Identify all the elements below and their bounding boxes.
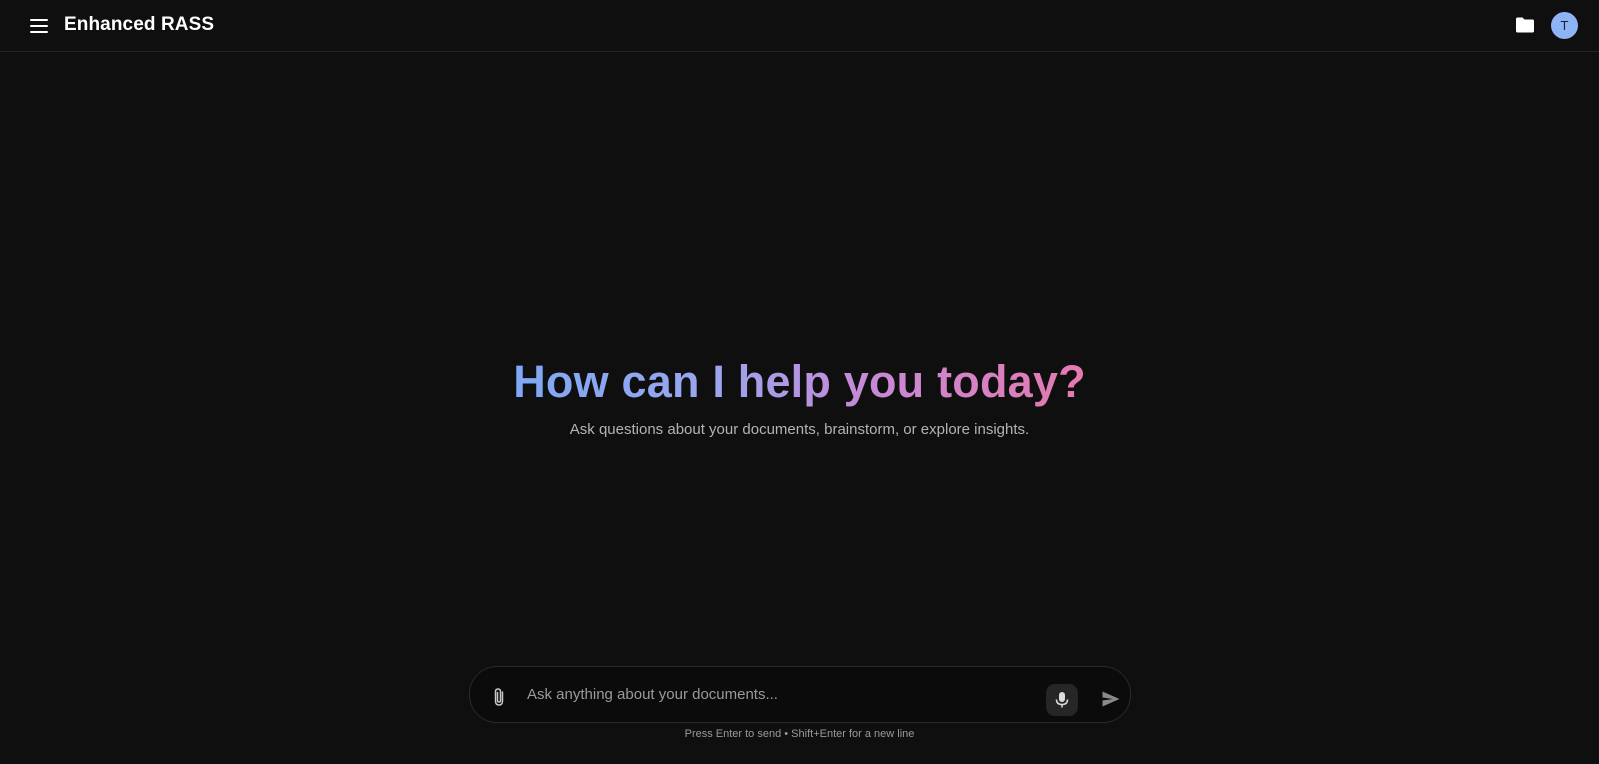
app-title: Enhanced RASS [64,14,215,35]
paperclip-icon [494,688,504,706]
welcome-subtitle: Ask questions about your documents, brai… [569,421,1030,438]
message-input[interactable] [525,681,1015,707]
folder-icon [1516,17,1534,33]
menu-button[interactable] [26,13,52,39]
user-avatar[interactable]: T [1551,12,1578,39]
keyboard-hint: Press Enter to send • Shift+Enter for a … [684,728,915,740]
top-bar: Enhanced RASS T [0,0,1599,52]
welcome-heading: How can I help you today? [513,354,1086,410]
voice-input-button[interactable] [1046,684,1078,716]
hamburger-menu-icon [30,19,48,33]
welcome-section: How can I help you today? Ask questions … [0,354,1599,440]
attach-button[interactable] [488,685,510,709]
documents-folder-button[interactable] [1514,14,1536,36]
chat-composer [469,666,1131,723]
send-button[interactable] [1099,687,1123,711]
send-icon [1102,691,1120,707]
microphone-icon [1055,692,1069,708]
